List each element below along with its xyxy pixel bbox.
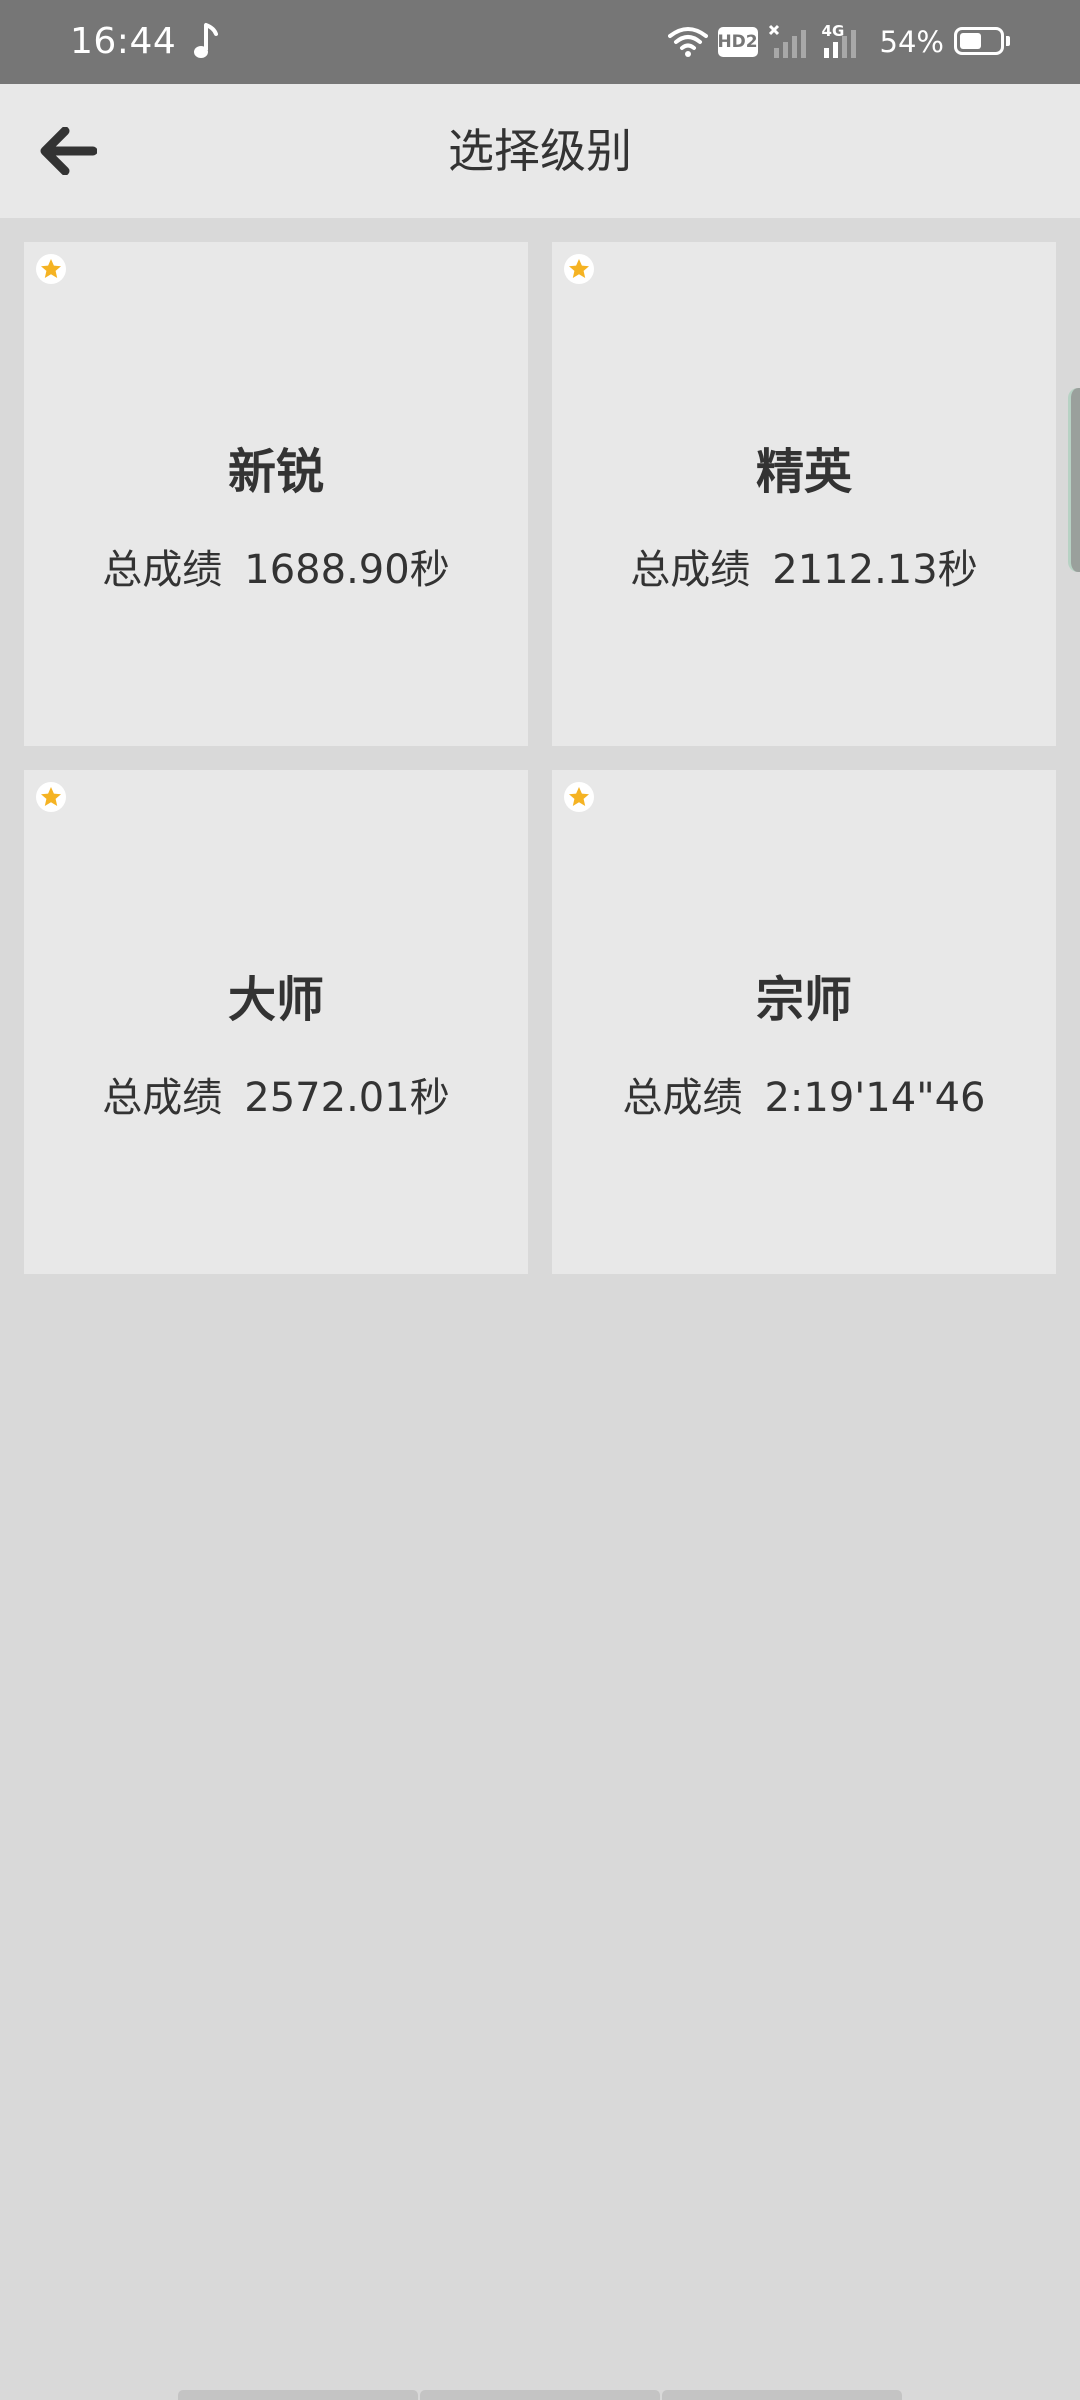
level-score: 总成绩 2:19'14"46 xyxy=(552,1072,1056,1124)
score-value: 1688.90秒 xyxy=(244,547,450,593)
battery-icon xyxy=(954,27,1012,57)
music-note-icon xyxy=(194,23,218,58)
signal-no-service-icon xyxy=(768,24,806,58)
level-name: 精英 xyxy=(755,444,852,500)
level-name: 大师 xyxy=(227,972,324,1028)
gesture-segment xyxy=(662,2390,902,2400)
back-button[interactable] xyxy=(28,116,108,186)
score-label: 总成绩 xyxy=(622,1075,743,1121)
star-icon xyxy=(36,782,66,812)
star-icon xyxy=(564,254,594,284)
level-grid: 新锐 总成绩 1688.90秒 精英 总成绩 2112.13秒 大师 总成绩 2572… xyxy=(24,242,1058,1274)
level-card-xinrui[interactable]: 新锐 总成绩 1688.90秒 xyxy=(24,242,528,746)
gesture-segment xyxy=(178,2390,418,2400)
arrow-left-icon xyxy=(40,127,97,175)
wifi-icon xyxy=(667,27,708,57)
battery-percent: 54% xyxy=(879,25,944,59)
score-label: 总成绩 xyxy=(630,547,751,593)
level-card-jingying[interactable]: 精英 总成绩 2112.13秒 xyxy=(552,242,1056,746)
app-bar: 选择级别 xyxy=(0,84,1080,218)
status-icons: HD2 4G 54% xyxy=(667,18,1012,66)
status-time: 16:44 xyxy=(70,21,177,62)
score-value: 2112.13秒 xyxy=(772,547,978,593)
status-bar: 16:44 HD2 4G 54% xyxy=(0,0,1080,84)
star-icon xyxy=(564,782,594,812)
level-score: 总成绩 2112.13秒 xyxy=(552,544,1056,596)
score-value: 2:19'14"46 xyxy=(764,1075,986,1121)
star-icon xyxy=(36,254,66,284)
edge-panel-handle[interactable] xyxy=(1068,388,1080,572)
hd-voice-icon: HD2 xyxy=(717,27,758,57)
gesture-segment xyxy=(420,2390,660,2400)
page-title: 选择级别 xyxy=(448,124,632,178)
score-value: 2572.01秒 xyxy=(244,1075,450,1121)
signal-4g-icon: 4G xyxy=(822,22,868,60)
level-card-dashi[interactable]: 大师 总成绩 2572.01秒 xyxy=(24,770,528,1274)
level-name: 新锐 xyxy=(227,444,324,500)
level-score: 总成绩 2572.01秒 xyxy=(24,1072,528,1124)
level-card-zongshi[interactable]: 宗师 总成绩 2:19'14"46 xyxy=(552,770,1056,1274)
score-label: 总成绩 xyxy=(102,1075,223,1121)
level-score: 总成绩 1688.90秒 xyxy=(24,544,528,596)
level-name: 宗师 xyxy=(755,972,852,1028)
gesture-bar[interactable] xyxy=(178,2390,902,2400)
score-label: 总成绩 xyxy=(102,547,223,593)
